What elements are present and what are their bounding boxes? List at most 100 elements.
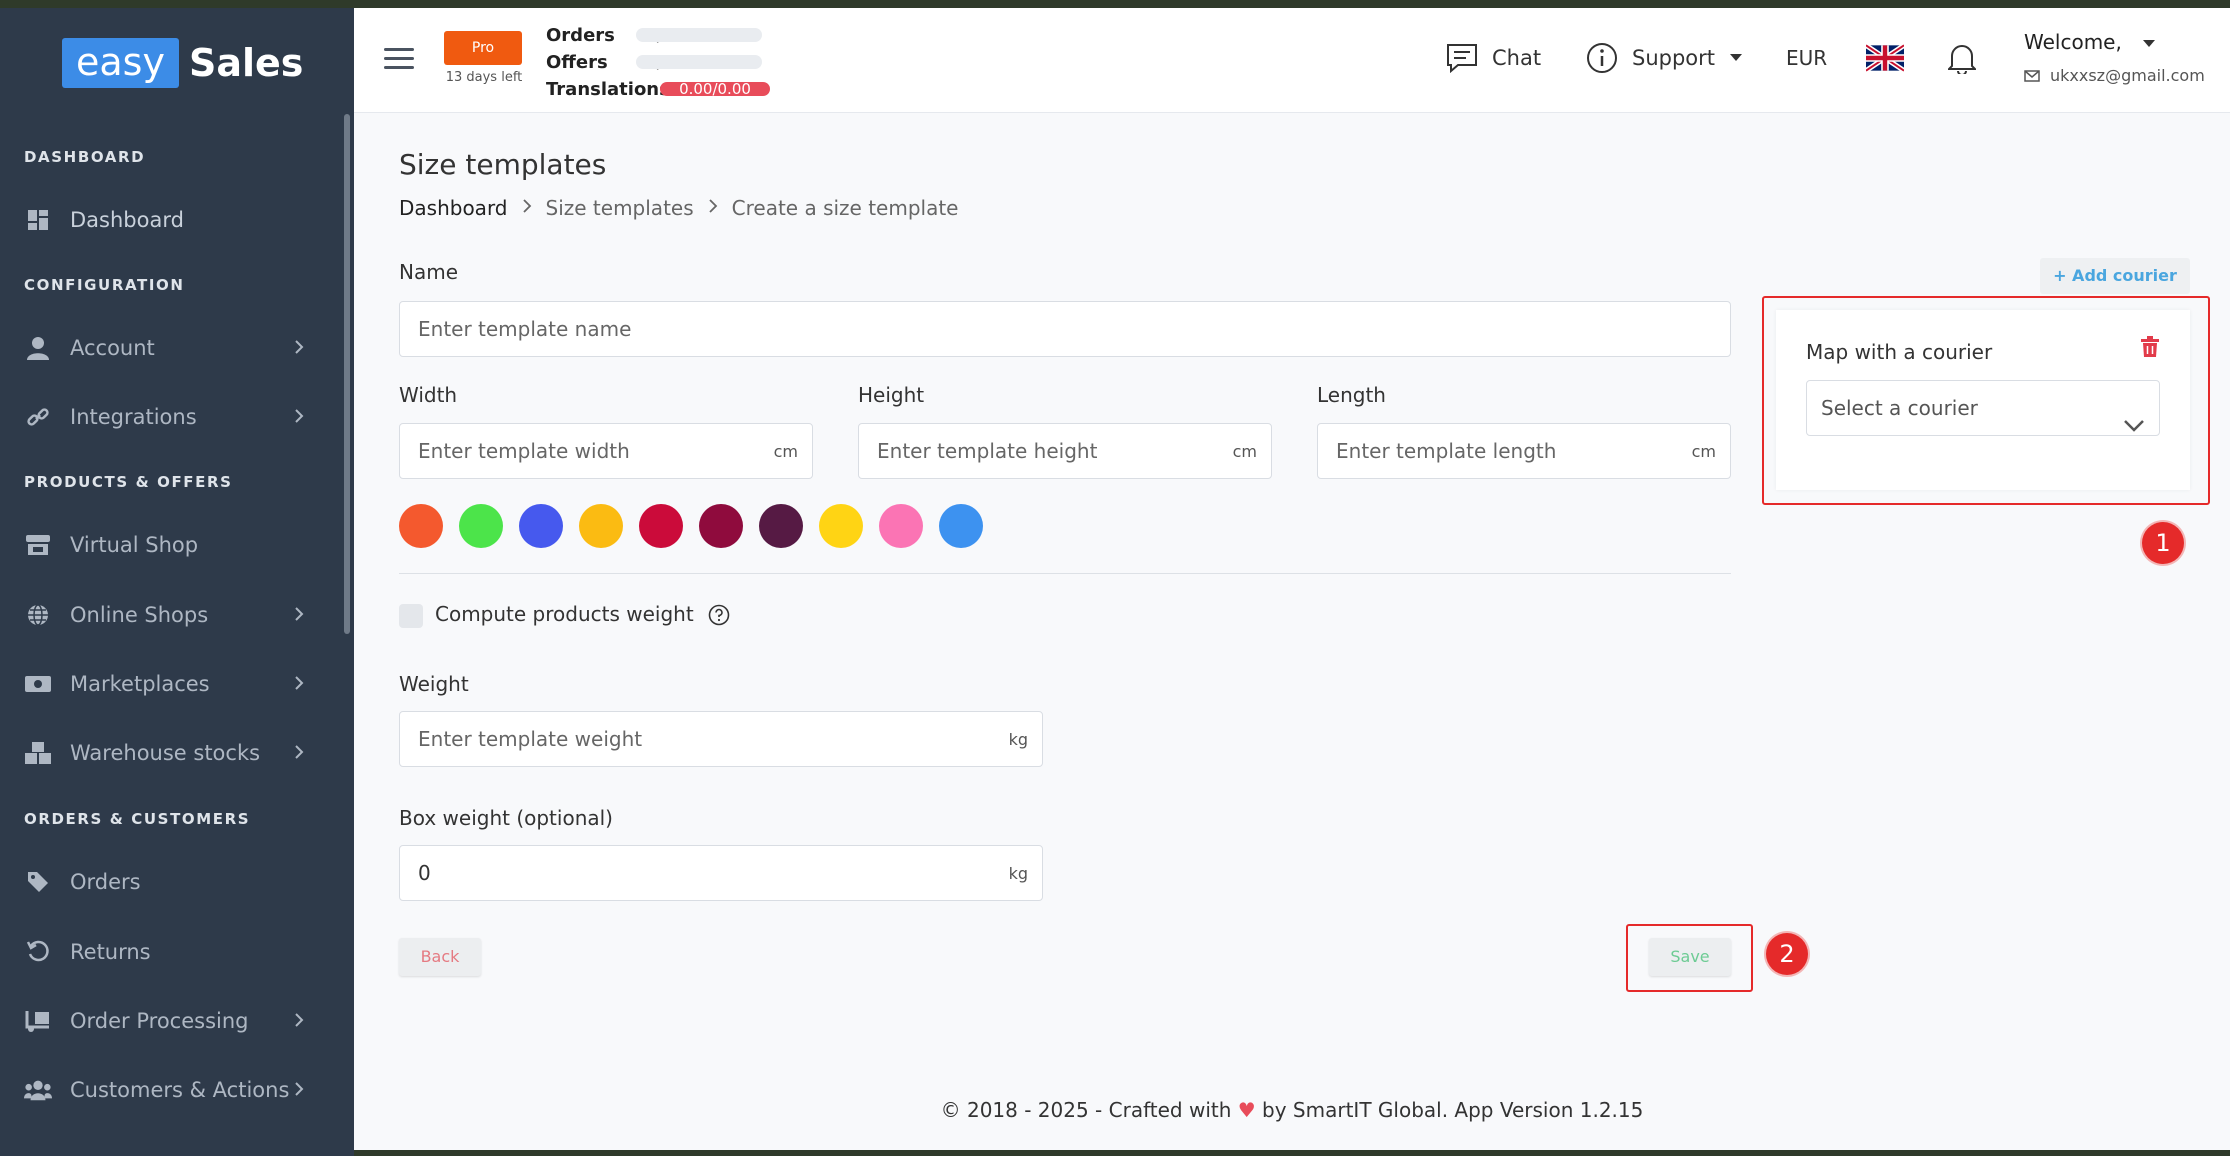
sidebar-scrollbar[interactable] xyxy=(344,114,350,634)
chevron-down-icon xyxy=(2123,399,2145,432)
annotation-badge-1: 1 xyxy=(2142,522,2184,564)
color-swatch[interactable] xyxy=(879,504,923,548)
sidebar-item-label: Online Shops xyxy=(70,603,209,627)
breadcrumb-size-templates[interactable]: Size templates xyxy=(546,196,694,220)
translations-usage-bar: 0.00/0.00 xyxy=(660,82,770,97)
length-placeholder: Enter template length xyxy=(1336,439,1557,463)
color-swatch[interactable] xyxy=(579,504,623,548)
color-swatch[interactable] xyxy=(399,504,443,548)
breadcrumb-dashboard[interactable]: Dashboard xyxy=(399,196,508,220)
box-weight-label: Box weight (optional) xyxy=(399,806,613,830)
sidebar-item-label: Virtual Shop xyxy=(70,533,199,557)
length-unit: cm xyxy=(1691,441,1716,461)
color-swatch[interactable] xyxy=(819,504,863,548)
support-dropdown[interactable]: Support xyxy=(1586,38,1743,78)
support-label: Support xyxy=(1632,46,1716,70)
compute-weight-checkbox[interactable] xyxy=(399,604,423,628)
chevron-right-icon xyxy=(288,741,310,763)
sidebar-item-label: Order Processing xyxy=(70,1009,249,1033)
sidebar-item-label: Dashboard xyxy=(70,208,184,232)
sidebar-item-order-processing[interactable]: Order Processing xyxy=(24,999,324,1043)
notifications-bell-icon[interactable] xyxy=(1948,38,1976,78)
section-dashboard: DASHBOARD xyxy=(24,148,146,166)
footer: © 2018 - 2025 - Crafted with ♥ by SmartI… xyxy=(354,1098,2230,1122)
length-label: Length xyxy=(1317,383,1386,407)
height-input[interactable]: Enter template height cm xyxy=(858,423,1272,479)
box-weight-input[interactable]: 0 kg xyxy=(399,845,1043,901)
height-placeholder: Enter template height xyxy=(877,439,1098,463)
length-input[interactable]: Enter template length cm xyxy=(1317,423,1731,479)
sidebar-item-account[interactable]: Account xyxy=(24,326,324,370)
height-label: Height xyxy=(858,383,925,407)
chevron-right-icon xyxy=(288,672,310,694)
translations-usage-label: Translations xyxy=(546,79,670,100)
courier-select-placeholder: Select a courier xyxy=(1821,396,1978,420)
color-swatch[interactable] xyxy=(759,504,803,548)
color-swatch[interactable] xyxy=(639,504,683,548)
money-icon xyxy=(24,670,52,698)
breadcrumb-current: Create a size template xyxy=(731,196,959,220)
breadcrumb: Dashboard Size templates Create a size t… xyxy=(399,196,959,220)
user-icon xyxy=(24,334,52,362)
footer-credits: by SmartIT Global. App Version 1.2.15 xyxy=(1262,1098,1644,1122)
offers-usage-label: Offers xyxy=(546,52,608,73)
color-swatch[interactable] xyxy=(459,504,503,548)
orders-usage-label: Orders xyxy=(546,25,615,46)
sidebar-item-customers-actions[interactable]: Customers & Actions xyxy=(24,1068,324,1112)
sidebar-item-label: Customers & Actions xyxy=(70,1078,290,1102)
add-courier-button[interactable]: + Add courier xyxy=(2040,258,2190,294)
color-swatch[interactable] xyxy=(939,504,983,548)
question-circle-icon[interactable] xyxy=(708,604,730,626)
chevron-right-icon xyxy=(288,1009,310,1031)
sidebar-item-label: Marketplaces xyxy=(70,672,210,696)
sidebar-item-label: Orders xyxy=(70,870,141,894)
users-icon xyxy=(24,1076,52,1104)
dolly-icon xyxy=(24,1007,52,1035)
hamburger-menu-icon[interactable] xyxy=(384,48,414,72)
color-swatch[interactable] xyxy=(699,504,743,548)
sidebar-item-online-shops[interactable]: Online Shops xyxy=(24,593,324,637)
logo-sales: Sales xyxy=(188,41,304,85)
section-products-offers: PRODUCTS & OFFERS xyxy=(24,473,233,491)
chevron-right-icon xyxy=(708,198,718,219)
sidebar-item-dashboard[interactable]: Dashboard xyxy=(24,198,324,242)
chevron-right-icon xyxy=(288,603,310,625)
currency-selector[interactable]: EUR xyxy=(1786,38,1827,78)
plan-badge[interactable]: Pro xyxy=(444,31,522,65)
bottom-strip xyxy=(354,1150,2230,1156)
width-input[interactable]: Enter template width cm xyxy=(399,423,813,479)
chat-button[interactable]: Chat xyxy=(1446,38,1541,78)
width-label: Width xyxy=(399,383,458,407)
weight-input[interactable]: Enter template weight kg xyxy=(399,711,1043,767)
app-logo[interactable]: easy Sales xyxy=(62,38,303,88)
box-weight-unit: kg xyxy=(1008,863,1028,883)
sidebar-item-warehouse-stocks[interactable]: Warehouse stocks xyxy=(24,731,324,775)
chevron-right-icon xyxy=(288,336,310,358)
info-icon xyxy=(1586,42,1618,74)
sidebar-item-marketplaces[interactable]: Marketplaces xyxy=(24,662,324,706)
sidebar-item-virtual-shop[interactable]: Virtual Shop xyxy=(24,523,324,567)
envelope-icon xyxy=(2024,69,2040,82)
page-title: Size templates xyxy=(399,148,607,181)
highlight-box-save xyxy=(1626,924,1753,992)
sidebar-item-returns[interactable]: Returns xyxy=(24,930,324,974)
caret-down-icon xyxy=(2142,30,2156,54)
name-input[interactable]: Enter template name xyxy=(399,301,1731,357)
top-header: Pro 13 days left Orders0/15000 Offers0/2… xyxy=(354,8,2230,113)
back-button[interactable]: Back xyxy=(399,938,481,976)
undo-icon xyxy=(24,938,52,966)
uk-flag-icon[interactable] xyxy=(1866,38,1904,78)
sidebar-item-label: Account xyxy=(70,336,155,360)
boxes-icon xyxy=(24,739,52,767)
courier-select[interactable]: Select a courier xyxy=(1806,380,2160,436)
color-swatch[interactable] xyxy=(519,504,563,548)
chat-icon xyxy=(1446,43,1478,73)
logo-easy: easy xyxy=(62,38,179,88)
sidebar-item-label: Integrations xyxy=(70,405,197,429)
sidebar-item-integrations[interactable]: Integrations xyxy=(24,395,324,439)
sidebar-item-orders[interactable]: Orders xyxy=(24,860,324,904)
trash-icon[interactable] xyxy=(2140,336,2162,360)
courier-card-title: Map with a courier xyxy=(1806,340,1993,364)
weight-unit: kg xyxy=(1008,729,1028,749)
user-menu[interactable]: Welcome, xyxy=(2024,30,2156,54)
